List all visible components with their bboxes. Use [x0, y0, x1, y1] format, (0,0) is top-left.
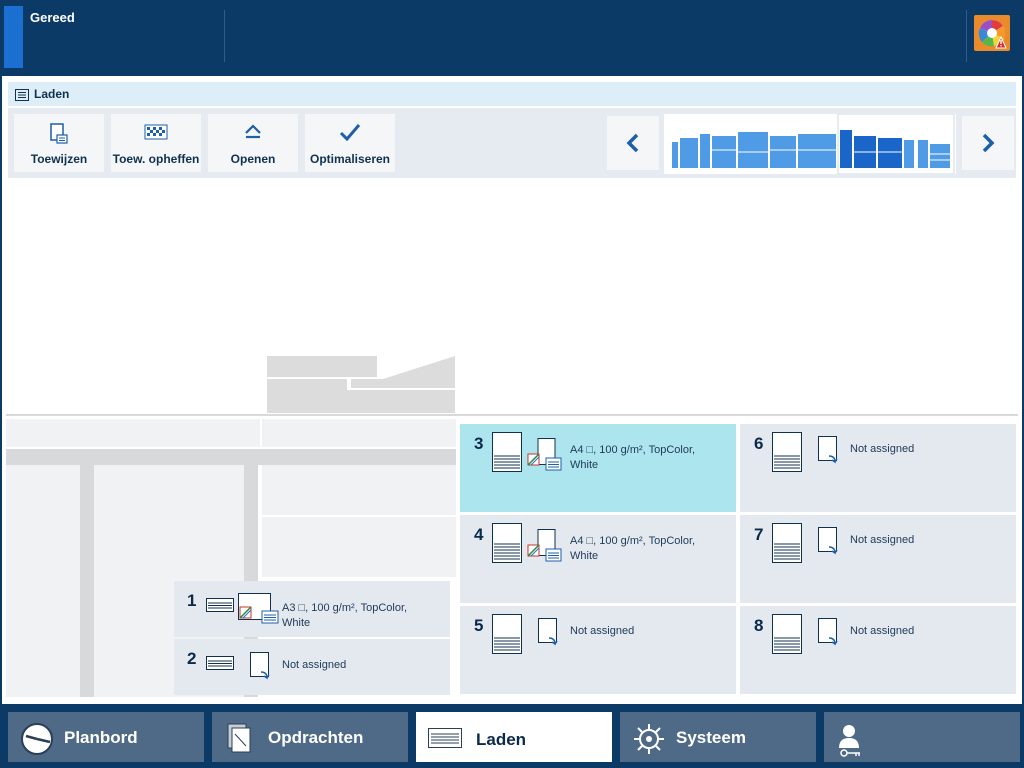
tray-1[interactable]: 1 A3 □, 100 g/m², TopColor, White [174, 581, 450, 637]
next-button[interactable] [962, 116, 1014, 170]
toolbar: Toewijzen Toew. opheffen Openen Optimali… [8, 108, 1016, 178]
machine-overview[interactable] [664, 113, 956, 175]
nav-laden[interactable]: Laden [416, 712, 612, 762]
not-assigned-icon [250, 652, 272, 687]
unassign-button[interactable]: Toew. opheffen [111, 114, 201, 172]
schematic-bar [80, 465, 94, 697]
eject-icon [243, 123, 263, 146]
tray-number: 4 [474, 525, 484, 544]
nav-planbord[interactable]: Planbord [8, 712, 204, 762]
output-tray-shape [267, 356, 455, 413]
color-wheel-warning-icon[interactable] [974, 15, 1010, 51]
trays-icon [15, 88, 29, 106]
unassign-tray-icon [144, 123, 168, 146]
chevron-right-icon [982, 133, 995, 153]
tray-number: 5 [474, 616, 484, 635]
optimize-button[interactable]: Optimaliseren [305, 114, 395, 172]
media-assigned-icon [526, 438, 562, 477]
nav-systeem[interactable]: Systeem [620, 712, 816, 762]
tray-stack-icon [772, 432, 802, 477]
tray-media: A4 □, 100 g/m², TopColor, White [570, 444, 696, 471]
tray-media: A4 □, 100 g/m², TopColor, White [570, 535, 696, 562]
tray-stack-icon [492, 614, 522, 659]
tray-media: A3 □, 100 g/m², TopColor, White [282, 602, 408, 629]
jobs-icon [224, 722, 254, 759]
tray-number: 1 [187, 591, 197, 610]
tray-number: 2 [187, 649, 197, 668]
schematic-block [262, 419, 456, 447]
tray-stack-icon [206, 598, 234, 617]
tray-media: Not assigned [850, 625, 915, 637]
not-assigned-icon [818, 527, 840, 562]
status-indicator [4, 6, 23, 68]
status-text: Gereed [30, 10, 75, 25]
schematic-block [6, 419, 260, 447]
clock-icon [20, 722, 54, 761]
open-button[interactable]: Openen [208, 114, 298, 172]
checkmark-icon [339, 123, 361, 146]
open-button-label: Openen [230, 152, 276, 166]
tray-7[interactable]: 7 Not assigned [740, 515, 1016, 603]
gear-wheel-icon [632, 722, 666, 761]
tray-stack-icon [492, 432, 522, 477]
tray-media: Not assigned [570, 625, 635, 637]
status-header: Gereed [0, 0, 1024, 76]
schematic-bar [6, 449, 456, 465]
nav-label: Systeem [676, 728, 746, 747]
bottom-navigation: Planbord Opdrachten Laden Systeem [0, 704, 1024, 768]
tray-8[interactable]: 8 Not assigned [740, 606, 1016, 694]
not-assigned-icon [818, 436, 840, 471]
panel-title: Laden [34, 87, 70, 101]
tray-stack-icon [206, 656, 234, 675]
tray-media: Not assigned [282, 659, 347, 671]
nav-label: Opdrachten [268, 728, 364, 747]
tray-number: 7 [754, 525, 764, 544]
tray-6[interactable]: 6 Not assigned [740, 424, 1016, 512]
header-divider [224, 10, 225, 62]
chevron-left-icon [626, 133, 639, 153]
tray-media: Not assigned [850, 443, 915, 455]
optimize-button-label: Optimaliseren [309, 152, 391, 166]
tray-media: Not assigned [850, 534, 915, 546]
schematic-block [262, 517, 456, 577]
assign-tray-icon [49, 123, 69, 150]
tray-5[interactable]: 5 Not assigned [460, 606, 736, 694]
header-divider [966, 10, 967, 62]
tray-4[interactable]: 4 A4 □, 100 g/m², TopColor, White [460, 515, 736, 603]
not-assigned-icon [818, 618, 840, 653]
tray-stack-icon [492, 523, 522, 568]
panel-title-bar: Laden [8, 82, 1016, 106]
tray-number: 6 [754, 434, 764, 453]
tray-number: 3 [474, 434, 484, 453]
unassign-button-label: Toew. opheffen [112, 152, 200, 166]
nav-opdrachten[interactable]: Opdrachten [212, 712, 408, 762]
tray-number: 8 [754, 616, 764, 635]
nav-label: Planbord [64, 728, 138, 747]
schematic-block [262, 465, 456, 515]
nav-user[interactable] [824, 712, 1020, 762]
media-assigned-icon [238, 593, 280, 630]
tray-stack-icon [772, 523, 802, 568]
trays-icon [428, 722, 462, 753]
assign-button-label: Toewijzen [30, 152, 88, 166]
tray-stack-icon [772, 614, 802, 659]
schematic-divider [6, 414, 1018, 416]
media-assigned-icon [526, 529, 562, 568]
tray-3[interactable]: 3 A4 □, 100 g/m², TopColor, White [460, 424, 736, 512]
previous-button[interactable] [607, 116, 659, 170]
tray-2[interactable]: 2 Not assigned [174, 639, 450, 695]
assign-button[interactable]: Toewijzen [14, 114, 104, 172]
schematic-block [6, 465, 80, 697]
not-assigned-icon [538, 618, 560, 653]
nav-label: Laden [476, 730, 527, 749]
user-key-icon [836, 722, 870, 763]
main-panel: Laden Toewijzen Toew. opheffen Openen Op… [2, 76, 1022, 704]
